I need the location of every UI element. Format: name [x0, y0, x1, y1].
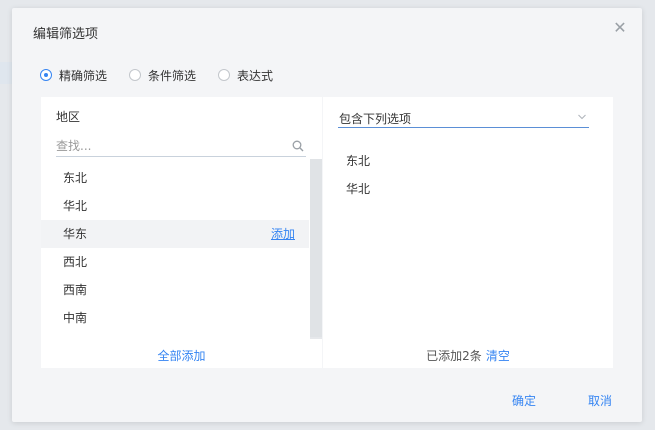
add-item-link[interactable]: 添加 [271, 220, 295, 248]
list-item-label: 华东 [63, 227, 88, 241]
backdrop [0, 62, 12, 84]
added-count-text: 已添加2条 [426, 349, 482, 363]
list-item[interactable]: 东北 [41, 164, 309, 192]
list-item[interactable]: 华北 [41, 192, 309, 220]
radio-unchecked-icon [129, 69, 142, 81]
radio-unchecked-icon [218, 69, 231, 81]
candidate-list: 东北 华北 华东 添加 西北 西南 中南 [41, 164, 309, 338]
search-box [56, 137, 306, 157]
field-name: 地区 [56, 110, 81, 124]
dialog-title: 编辑筛选项 [33, 27, 99, 42]
list-item[interactable]: 华东 添加 [41, 220, 309, 248]
list-item[interactable]: 中南 [41, 304, 309, 332]
candidate-panel: 地区 东北 华北 华东 添加 西北 西南 中南 全部添加 [41, 97, 322, 368]
selected-item: 东北 [346, 154, 371, 168]
list-item-label: 西北 [63, 255, 88, 269]
radio-condition-filter[interactable]: 条件筛选 [129, 67, 196, 84]
close-icon[interactable]: ✕ [612, 20, 628, 36]
list-item-label: 华北 [63, 199, 88, 213]
select-value: 包含下列选项 [339, 112, 412, 126]
list-scrollbar[interactable] [310, 159, 322, 339]
scrollbar-thumb[interactable] [310, 159, 322, 337]
radio-label: 表达式 [237, 68, 274, 83]
selected-item: 华北 [346, 182, 371, 196]
cancel-button[interactable]: 取消 [588, 392, 612, 409]
added-count: 已添加2条 清空 [323, 347, 613, 364]
include-mode-select[interactable]: 包含下列选项 [338, 107, 589, 128]
list-item[interactable]: 西北 [41, 248, 309, 276]
list-item[interactable]: 西南 [41, 276, 309, 304]
add-all-link[interactable]: 全部添加 [41, 347, 322, 364]
search-input[interactable] [56, 137, 276, 155]
search-icon[interactable] [292, 140, 304, 152]
list-item-label: 中南 [63, 311, 88, 325]
chevron-down-icon [578, 114, 586, 120]
radio-exact-filter[interactable]: 精确筛选 [40, 67, 107, 84]
radio-label: 精确筛选 [59, 68, 108, 83]
edit-filter-dialog: 编辑筛选项 ✕ 精确筛选 条件筛选 表达式 地区 东北 华北 华东 添加 [12, 8, 642, 422]
filter-mode-group: 精确筛选 条件筛选 表达式 [40, 66, 295, 84]
list-item-label: 东北 [63, 171, 88, 185]
clear-link[interactable]: 清空 [486, 349, 510, 363]
radio-expression[interactable]: 表达式 [218, 67, 273, 84]
confirm-button[interactable]: 确定 [512, 392, 536, 409]
radio-label: 条件筛选 [148, 68, 197, 83]
list-item-label: 西南 [63, 283, 88, 297]
radio-checked-icon [40, 69, 52, 81]
selected-list: 东北 华北 [346, 147, 370, 203]
selected-panel: 包含下列选项 东北 华北 已添加2条 清空 [323, 97, 613, 368]
